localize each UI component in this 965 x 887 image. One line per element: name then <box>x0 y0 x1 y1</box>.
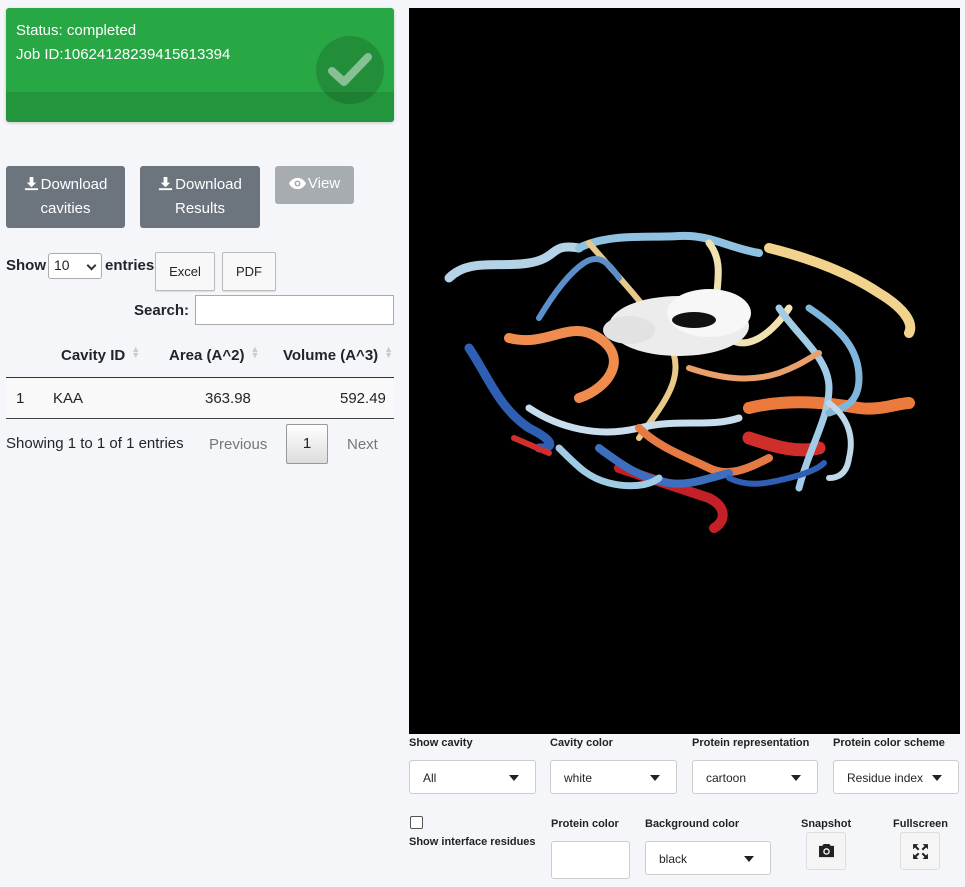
page-1-button[interactable]: 1 <box>286 424 328 464</box>
show-interface-residues-label: Show interface residues <box>409 836 536 848</box>
cavity-surface <box>603 289 751 356</box>
eye-icon <box>288 177 306 190</box>
caret-down-icon <box>650 775 660 781</box>
status-box: Status: completed Job ID:106241282394156… <box>6 8 394 122</box>
molecule-viewer-canvas[interactable] <box>409 8 960 734</box>
show-cavity-label: Show cavity <box>409 737 473 749</box>
show-interface-residues-checkbox[interactable] <box>410 816 423 829</box>
download-cavities-label-2: cavities <box>40 200 91 217</box>
protein-color-input[interactable] <box>551 841 630 879</box>
entries-length-select[interactable]: 10 <box>48 253 102 279</box>
download-cavities-button[interactable]: Download cavities <box>6 166 125 228</box>
download-icon <box>159 176 173 191</box>
protein-color-scheme-value: Residue index <box>847 771 924 785</box>
cell-area: 363.98 <box>205 390 251 407</box>
pdf-export-button[interactable]: PDF <box>222 252 276 291</box>
view-button[interactable]: View <box>275 166 354 204</box>
expand-icon <box>913 844 928 859</box>
camera-icon <box>819 843 834 858</box>
view-label: View <box>307 175 341 192</box>
fullscreen-label: Fullscreen <box>893 818 949 830</box>
sort-icon: ▲ ▼ <box>131 344 141 360</box>
sort-icon: ▲ ▼ <box>384 344 394 360</box>
snapshot-button[interactable] <box>806 832 846 870</box>
protein-color-scheme-select[interactable]: Residue index <box>833 760 959 794</box>
fullscreen-button[interactable] <box>900 832 940 870</box>
sort-icon: ▲ ▼ <box>250 344 260 360</box>
next-page-button[interactable]: Next <box>347 436 378 453</box>
caret-down-icon <box>932 775 942 781</box>
cell-volume: 592.49 <box>340 390 386 407</box>
column-header-cavity-id[interactable]: Cavity ID ▲ ▼ <box>61 344 141 365</box>
caret-down-icon <box>744 856 754 862</box>
show-cavity-value: All <box>423 771 437 785</box>
table-info: Showing 1 to 1 of 1 entries <box>6 435 184 452</box>
protein-representation-select[interactable]: cartoon <box>692 760 818 794</box>
chevron-down-icon <box>86 260 97 271</box>
protein-representation-label: Protein representation <box>692 737 810 749</box>
show-label: Show <box>6 257 46 274</box>
search-input[interactable] <box>195 295 394 325</box>
protein-color-scheme-label: Protein color scheme <box>833 737 945 749</box>
cavity-color-value: white <box>564 771 593 785</box>
cell-cavity-id: KAA <box>53 390 84 407</box>
protein-structure-render <box>444 231 916 533</box>
caret-down-icon <box>791 775 801 781</box>
column-header-volume[interactable]: Volume (A^3) ▲ ▼ <box>283 344 394 365</box>
protein-representation-value: cartoon <box>706 771 747 785</box>
snapshot-label: Snapshot <box>801 818 852 830</box>
show-cavity-select[interactable]: All <box>409 760 536 794</box>
status-text: Status: completed <box>16 22 137 39</box>
protein-color-label: Protein color <box>551 818 619 830</box>
background-color-label: Background color <box>645 818 740 830</box>
cavity-color-label: Cavity color <box>550 737 613 749</box>
job-id-text: Job ID:10624128239415613394 <box>16 46 231 63</box>
background-color-select[interactable]: black <box>645 841 771 875</box>
download-results-button[interactable]: Download Results <box>140 166 260 228</box>
download-cavities-label: Download <box>40 176 108 193</box>
entries-label: entries <box>105 257 155 274</box>
cavity-color-select[interactable]: white <box>550 760 677 794</box>
row-index: 1 <box>16 390 25 407</box>
table-bottom-divider <box>6 418 394 419</box>
search-label: Search: <box>134 302 190 319</box>
background-color-value: black <box>659 852 688 866</box>
column-header-area[interactable]: Area (A^2) ▲ ▼ <box>169 344 260 365</box>
excel-export-button[interactable]: Excel <box>155 252 215 291</box>
previous-page-button[interactable]: Previous <box>209 436 267 453</box>
entries-length-value: 10 <box>54 257 70 273</box>
download-results-label: Download <box>175 176 242 193</box>
status-footer <box>6 92 394 122</box>
download-results-label-2: Results <box>174 200 226 217</box>
download-icon <box>24 176 38 191</box>
caret-down-icon <box>509 775 519 781</box>
